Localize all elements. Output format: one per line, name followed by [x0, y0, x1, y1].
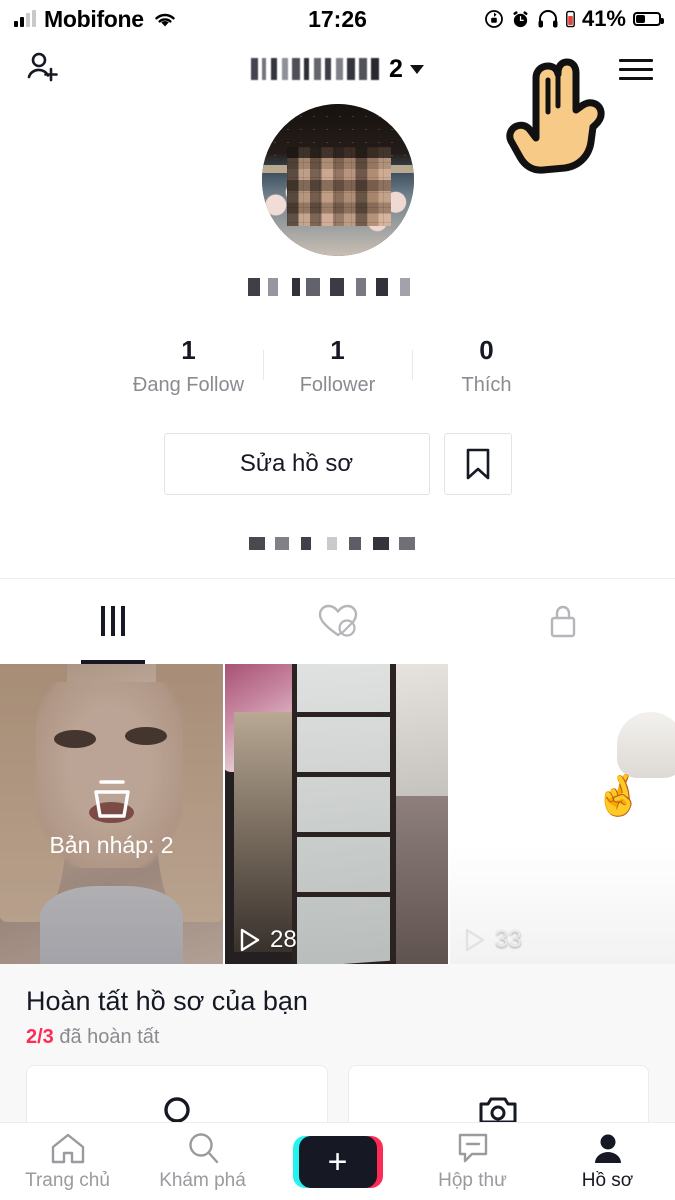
- bookmark-button[interactable]: [443, 432, 512, 495]
- profile-actions: Sửa hồ sơ: [0, 432, 675, 495]
- avatar-image: [261, 104, 414, 256]
- signal-bars-icon: [14, 10, 36, 27]
- stat-label: Follower: [299, 373, 376, 396]
- view-count-badge: 33: [464, 926, 522, 954]
- nav-home[interactable]: Trang chủ: [0, 1131, 135, 1192]
- tiktok-profile-screen: Mobifone 17:26 41% 2 1 Đang Follow 1 Fol…: [0, 0, 675, 1200]
- nav-label: Trang chủ: [25, 1170, 110, 1191]
- display-name-blurred: [247, 278, 428, 296]
- view-count: 33: [495, 925, 522, 953]
- bio-blurred: [248, 536, 427, 550]
- battery-percent-label: 41%: [581, 6, 626, 31]
- search-icon: [188, 1133, 218, 1164]
- plus-icon: +: [327, 1142, 348, 1181]
- drafts-tile[interactable]: Bản nháp: 2: [0, 663, 223, 964]
- hamburger-menu-icon[interactable]: [619, 58, 653, 80]
- stat-value: 0: [479, 335, 494, 365]
- nav-label: Khám phá: [159, 1170, 246, 1191]
- video-grid: Bản nháp: 2 28 �: [0, 663, 675, 964]
- person-filled-icon: [594, 1134, 621, 1163]
- battery-icon: [633, 12, 664, 26]
- play-icon: [465, 928, 485, 951]
- video-tile-3[interactable]: 🤞 33: [450, 663, 675, 964]
- edit-profile-button[interactable]: Sửa hồ sơ: [163, 432, 430, 495]
- wifi-icon: [155, 13, 175, 26]
- bookmark-icon: [466, 448, 489, 479]
- status-bar-right: 41%: [484, 6, 664, 32]
- avatar[interactable]: [261, 104, 414, 256]
- nav-label: Hộp thư: [438, 1170, 507, 1191]
- clock-label: 17:26: [308, 5, 367, 32]
- drafts-label: Bản nháp: 2: [49, 831, 174, 858]
- grid-icon: [100, 606, 125, 636]
- stat-value: 1: [330, 335, 345, 365]
- liked-tab[interactable]: [225, 579, 450, 664]
- bottom-navigation: Trang chủ Khám phá + Hộp thư Hồ sơ: [0, 1122, 675, 1200]
- profile-tabs: [0, 577, 675, 664]
- nav-profile[interactable]: Hồ sơ: [540, 1131, 675, 1192]
- alarm-icon: [513, 10, 528, 27]
- private-tab[interactable]: [450, 579, 675, 664]
- view-count-badge: 28: [239, 926, 297, 954]
- complete-profile-progress: 2/3 đã hoàn tất: [26, 1026, 649, 1049]
- heart-hidden-icon: [318, 604, 357, 637]
- username-suffix: 2: [389, 54, 403, 83]
- stat-value: 1: [181, 335, 196, 365]
- avatar-pixelated-region: [287, 146, 392, 226]
- view-count: 28: [270, 925, 297, 953]
- inbox-icon: [458, 1133, 487, 1163]
- profile-stats: 1 Đang Follow 1 Follower 0 Thích: [0, 334, 675, 397]
- progress-suffix: đã hoàn tất: [59, 1025, 160, 1048]
- rock-hand-emoji: 🤞: [593, 773, 644, 818]
- progress-fraction: 2/3: [26, 1025, 54, 1048]
- stat-following[interactable]: 1 Đang Follow: [115, 334, 263, 397]
- play-icon: [240, 928, 260, 951]
- profile-section: 1 Đang Follow 1 Follower 0 Thích Sửa hồ …: [0, 100, 675, 550]
- profile-header: 2: [0, 38, 675, 174]
- camera-icon: [479, 1097, 517, 1123]
- carrier-label: Mobifone: [44, 5, 144, 32]
- stat-label: Thích: [461, 373, 512, 396]
- stat-likes[interactable]: 0 Thích: [413, 334, 561, 397]
- headphone-battery-icon: [566, 10, 575, 28]
- username-dropdown[interactable]: 2: [0, 55, 675, 84]
- complete-profile-title: Hoàn tất hồ sơ của bạn: [26, 985, 308, 1016]
- stat-followers[interactable]: 1 Follower: [264, 334, 412, 397]
- chevron-down-icon: [409, 64, 424, 74]
- nav-create[interactable]: +: [270, 1135, 405, 1188]
- nav-label: Hồ sơ: [581, 1170, 634, 1191]
- videos-tab[interactable]: [0, 579, 225, 664]
- nav-inbox[interactable]: Hộp thư: [405, 1131, 540, 1192]
- nav-discover[interactable]: Khám phá: [135, 1131, 270, 1192]
- lock-icon: [550, 605, 575, 638]
- stat-label: Đang Follow: [132, 373, 245, 396]
- status-bar: Mobifone 17:26 41%: [0, 0, 675, 38]
- headphones-icon: [538, 10, 558, 28]
- rotation-lock-icon: [485, 10, 503, 28]
- home-icon: [51, 1133, 84, 1164]
- username-blurred: [251, 58, 386, 80]
- video-tile-2[interactable]: 28: [225, 663, 448, 964]
- create-video-button[interactable]: +: [292, 1135, 383, 1188]
- status-bar-left: Mobifone: [14, 6, 178, 33]
- drafts-icon: [93, 779, 130, 818]
- complete-profile-section: Hoàn tất hồ sơ của bạn 2/3 đã hoàn tất: [0, 963, 675, 1155]
